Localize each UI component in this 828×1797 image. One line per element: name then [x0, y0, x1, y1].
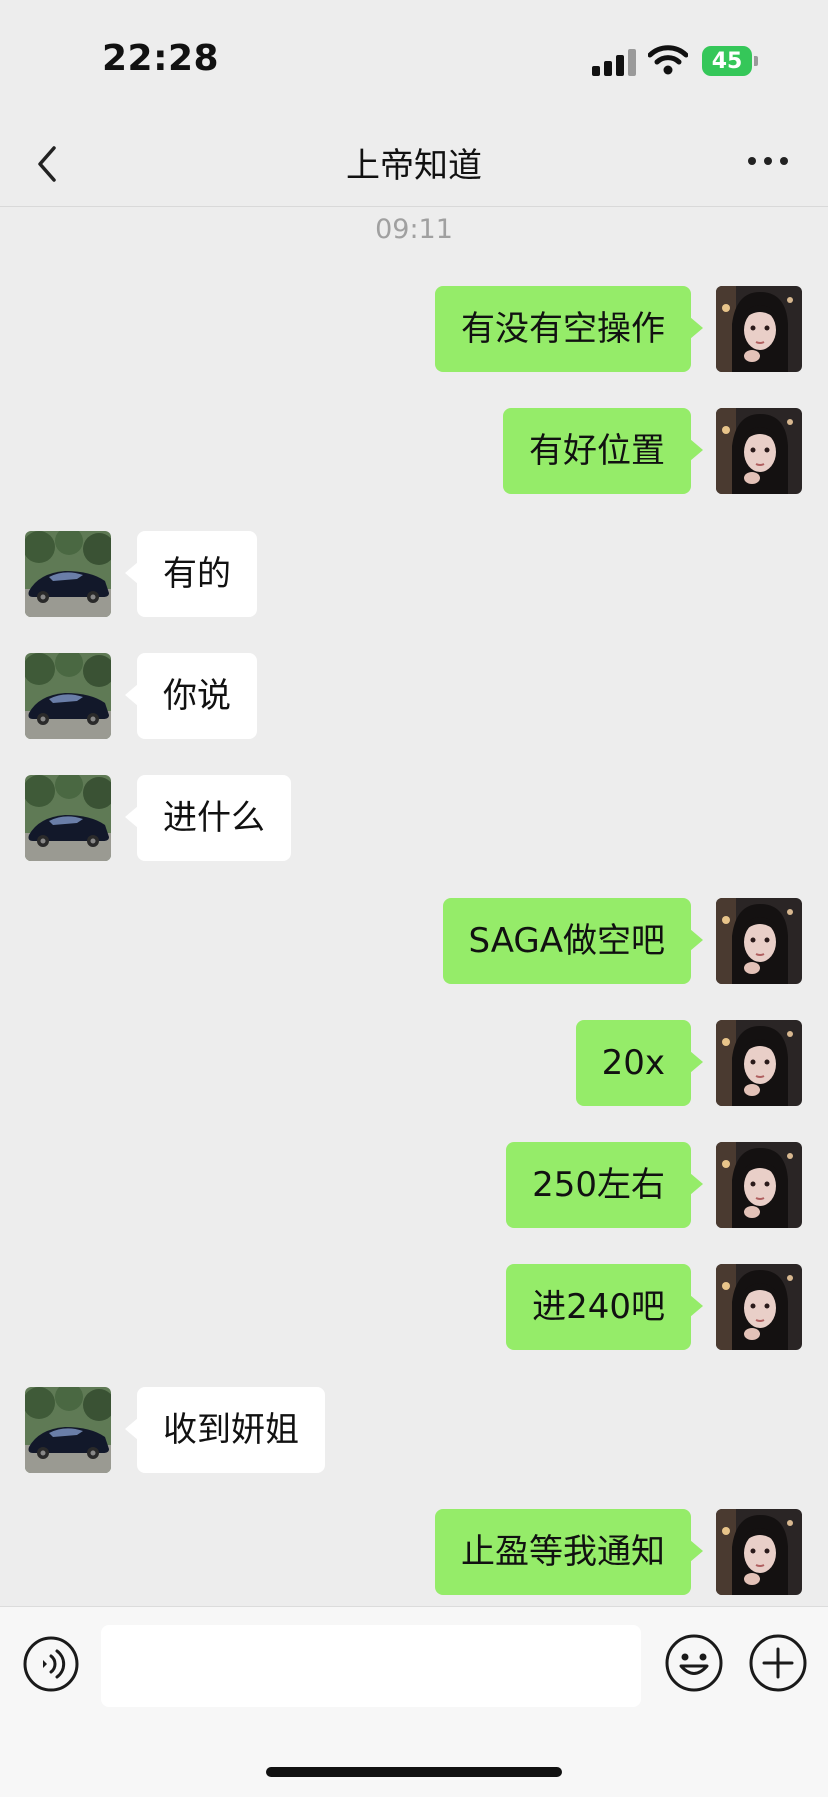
message-incoming[interactable]: 有的 — [0, 531, 828, 617]
contact-avatar[interactable] — [25, 1387, 111, 1473]
message-input[interactable] — [101, 1625, 641, 1707]
chat-area[interactable]: 09:11 有没有空操作 有好位置 有的 你说 进什么 SAGA做空吧 20x … — [0, 0, 828, 1606]
message-bubble[interactable]: 你说 — [125, 653, 257, 739]
message-incoming[interactable]: 收到妍姐 — [0, 1387, 828, 1473]
message-outgoing[interactable]: 250左右 — [0, 1142, 828, 1228]
message-bubble[interactable]: 有好位置 — [503, 408, 703, 494]
contact-avatar[interactable] — [25, 653, 111, 739]
my-avatar[interactable] — [716, 1020, 802, 1106]
message-incoming[interactable]: 进什么 — [0, 775, 828, 861]
my-avatar[interactable] — [716, 1264, 802, 1350]
message-bubble[interactable]: SAGA做空吧 — [442, 898, 704, 984]
message-outgoing[interactable]: SAGA做空吧 — [0, 898, 828, 984]
message-bubble[interactable]: 进240吧 — [506, 1264, 703, 1350]
message-bubble[interactable]: 有没有空操作 — [435, 286, 703, 372]
message-incoming[interactable]: 你说 — [0, 653, 828, 739]
message-bubble[interactable]: 收到妍姐 — [125, 1387, 325, 1473]
message-outgoing[interactable]: 有好位置 — [0, 408, 828, 494]
message-outgoing[interactable]: 进240吧 — [0, 1264, 828, 1350]
home-indicator — [266, 1767, 562, 1777]
message-bubble[interactable]: 20x — [575, 1020, 704, 1106]
plus-icon[interactable] — [748, 1633, 808, 1693]
message-bubble[interactable]: 进什么 — [125, 775, 291, 861]
input-bar — [0, 1606, 828, 1797]
contact-avatar[interactable] — [25, 531, 111, 617]
message-bubble[interactable]: 250左右 — [506, 1142, 703, 1228]
my-avatar[interactable] — [716, 286, 802, 372]
emoji-icon[interactable] — [664, 1633, 724, 1693]
my-avatar[interactable] — [716, 408, 802, 494]
message-timestamp: 09:11 — [375, 214, 453, 245]
message-outgoing[interactable]: 有没有空操作 — [0, 286, 828, 372]
my-avatar[interactable] — [716, 1142, 802, 1228]
message-bubble[interactable]: 有的 — [125, 531, 257, 617]
message-outgoing[interactable]: 止盈等我通知 — [0, 1509, 828, 1595]
my-avatar[interactable] — [716, 1509, 802, 1595]
message-outgoing[interactable]: 20x — [0, 1020, 828, 1106]
message-bubble[interactable]: 止盈等我通知 — [435, 1509, 703, 1595]
my-avatar[interactable] — [716, 898, 802, 984]
contact-avatar[interactable] — [25, 775, 111, 861]
voice-icon[interactable] — [22, 1635, 80, 1693]
